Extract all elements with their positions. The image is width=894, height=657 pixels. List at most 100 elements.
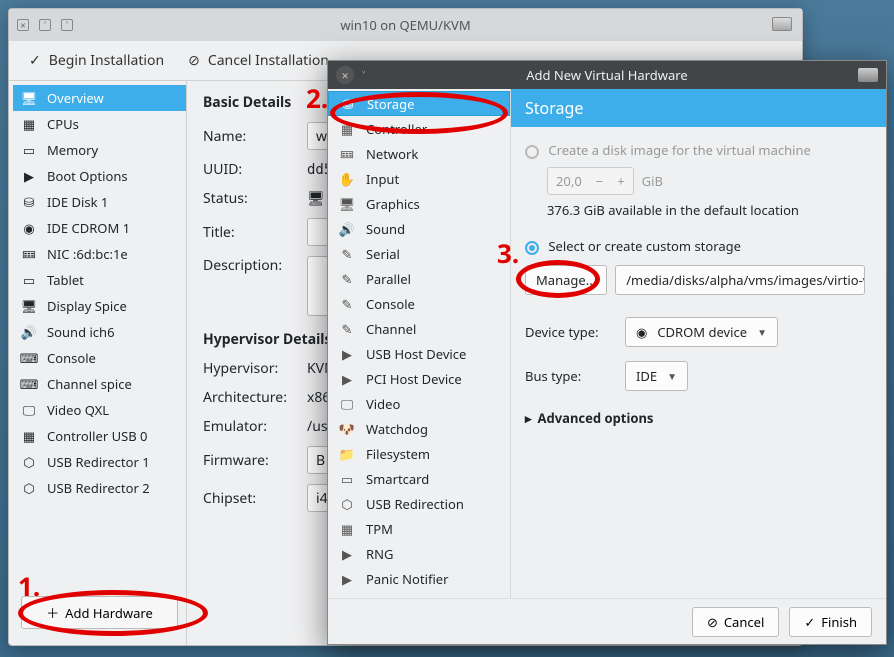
cancel-button[interactable]: ⊘ Cancel <box>692 607 779 637</box>
finish-button[interactable]: ✓ Finish <box>789 607 872 637</box>
usb-icon: ⬡ <box>19 480 39 496</box>
category-label: Watchdog <box>366 420 428 438</box>
category-label: Serial <box>366 245 400 263</box>
sidebar-item-display[interactable]: 🖥 Display Spice <box>13 293 186 319</box>
controller-icon: ▦ <box>338 120 356 138</box>
card-icon: ▭ <box>338 470 356 488</box>
sidebar-item-nic[interactable]: 🝚NIC :6d:bc:1e <box>13 241 186 267</box>
status-icon: 🖥 <box>307 189 325 208</box>
cdrom-icon: ◉ <box>19 220 39 236</box>
sidebar-item-sound[interactable]: 🔊Sound ich6 <box>13 319 186 345</box>
folder-icon: 📁 <box>338 445 356 463</box>
add-hw-label: Add Hardware <box>65 604 153 622</box>
tablet-icon: ▭ <box>19 272 39 288</box>
sidebar-item-usbredir1[interactable]: ⬡USB Redirector 1 <box>13 449 186 475</box>
category-parallel[interactable]: ✎Parallel <box>328 266 510 291</box>
category-network[interactable]: 🝚Network <box>328 141 510 166</box>
sidebar-item-label: CPUs <box>47 115 79 133</box>
category-usbredir[interactable]: ⬡USB Redirection <box>328 491 510 516</box>
radio-create-disk[interactable] <box>525 145 539 159</box>
firmware-label: Firmware: <box>203 451 295 470</box>
triangle-right-icon: ▸ <box>525 409 532 427</box>
category-label: USB Redirection <box>366 495 464 513</box>
category-controller[interactable]: ▦Controller <box>328 116 510 141</box>
sidebar-item-video[interactable]: 🖵Video QXL <box>13 397 186 423</box>
play-icon: ▶ <box>338 570 356 588</box>
category-console[interactable]: ✎Console <box>328 291 510 316</box>
sidebar-item-disk1[interactable]: ⛁IDE Disk 1 <box>13 189 186 215</box>
play-icon: ▶ <box>338 370 356 388</box>
video-icon: 🖵 <box>19 402 39 418</box>
status-label: Status: <box>203 189 295 208</box>
advanced-options-toggle[interactable]: ▸ Advanced options <box>525 409 872 427</box>
category-pcihost[interactable]: ▶PCI Host Device <box>328 366 510 391</box>
category-label: Graphics <box>366 195 420 213</box>
sidebar-item-label: Tablet <box>47 271 84 289</box>
sidebar-item-label: IDE CDROM 1 <box>47 219 130 237</box>
category-usbhost[interactable]: ▶USB Host Device <box>328 341 510 366</box>
channel-icon: ✎ <box>338 320 356 338</box>
category-graphics[interactable]: 🖥Graphics <box>328 191 510 216</box>
sidebar-item-cdrom1[interactable]: ◉ IDE CDROM 1 <box>13 215 186 241</box>
category-serial[interactable]: ✎Serial <box>328 241 510 266</box>
sidebar-item-usbredir2[interactable]: ⬡USB Redirector 2 <box>13 475 186 501</box>
category-smartcard[interactable]: ▭Smartcard <box>328 466 510 491</box>
add-hardware-button[interactable]: ＋ Add Hardware <box>21 596 178 629</box>
desc-label: Description: <box>203 256 295 275</box>
sidebar-item-channel[interactable]: ⌨Channel spice <box>13 371 186 397</box>
category-panic[interactable]: ▶Panic Notifier <box>328 566 510 591</box>
device-type-combo[interactable]: ◉ CDROM device ▼ <box>625 317 778 347</box>
bus-type-combo[interactable]: IDE ▼ <box>625 361 688 391</box>
device-type-label: Device type: <box>525 323 615 341</box>
sidebar-item-boot[interactable]: ▶Boot Options <box>13 163 186 189</box>
usb-icon: ⬡ <box>19 454 39 470</box>
caret-down-icon: ▼ <box>667 369 677 383</box>
category-label: Parallel <box>366 270 411 288</box>
create-disk-label: Create a disk image for the virtual mach… <box>548 141 810 159</box>
name-label: Name: <box>203 127 295 146</box>
size-unit: GiB <box>642 172 663 190</box>
chip-icon: ▦ <box>338 520 356 538</box>
storage-path-input[interactable]: /media/disks/alpha/vms/images/virtio-w <box>615 265 865 295</box>
size-spinner[interactable]: 20,0 − + <box>547 167 634 195</box>
size-value: 20,0 <box>556 172 582 190</box>
sidebar: 🖥Overview ▦CPUs ▭Memory ▶Boot Options ⛁I… <box>9 81 187 645</box>
display-icon: 🖥 <box>19 298 39 314</box>
sidebar-item-label: Channel spice <box>47 375 132 393</box>
category-watchdog[interactable]: 🐶Watchdog <box>328 416 510 441</box>
plus-icon[interactable]: + <box>617 172 624 190</box>
panel-title: Storage <box>511 89 886 127</box>
category-channel[interactable]: ✎ Channel <box>328 316 510 341</box>
category-filesystem[interactable]: 📁Filesystem <box>328 441 510 466</box>
radio-custom-storage[interactable] <box>525 241 539 255</box>
category-input[interactable]: ✋Input <box>328 166 510 191</box>
manage-button[interactable]: Manage... <box>525 265 607 295</box>
arch-label: Architecture: <box>203 388 295 407</box>
emulator-value: /us <box>307 417 328 436</box>
sidebar-item-label: Boot Options <box>47 167 128 185</box>
emulator-label: Emulator: <box>203 417 295 436</box>
vm-app-icon <box>858 68 878 82</box>
console-icon: ✎ <box>338 295 356 313</box>
sidebar-item-usb-ctrl[interactable]: ▦Controller USB 0 <box>13 423 186 449</box>
cancel-btn-label: Cancel <box>724 613 764 631</box>
category-tpm[interactable]: ▦TPM <box>328 516 510 541</box>
sidebar-item-label: Display Spice <box>47 297 127 315</box>
category-storage[interactable]: ⛃Storage <box>328 91 510 116</box>
sidebar-item-label: Sound ich6 <box>47 323 115 341</box>
sidebar-item-console[interactable]: ⌨Console <box>13 345 186 371</box>
sidebar-item-overview[interactable]: 🖥Overview <box>13 85 186 111</box>
sidebar-item-memory[interactable]: ▭Memory <box>13 137 186 163</box>
sidebar-item-tablet[interactable]: ▭ Tablet <box>13 267 186 293</box>
category-rng[interactable]: ▶RNG <box>328 541 510 566</box>
category-video[interactable]: 🖵Video <box>328 391 510 416</box>
minus-icon[interactable]: − <box>596 172 603 190</box>
category-label: Channel <box>366 320 416 338</box>
titlebar: × ˄ ˅ win10 on QEMU/KVM <box>9 9 802 41</box>
check-icon: ✓ <box>804 613 815 631</box>
cancel-install-button[interactable]: ⊘ Cancel Installation <box>188 51 329 70</box>
begin-install-button[interactable]: ✓ Begin Installation <box>29 51 164 70</box>
finish-btn-label: Finish <box>821 613 857 631</box>
sidebar-item-cpus[interactable]: ▦CPUs <box>13 111 186 137</box>
category-sound[interactable]: 🔊Sound <box>328 216 510 241</box>
